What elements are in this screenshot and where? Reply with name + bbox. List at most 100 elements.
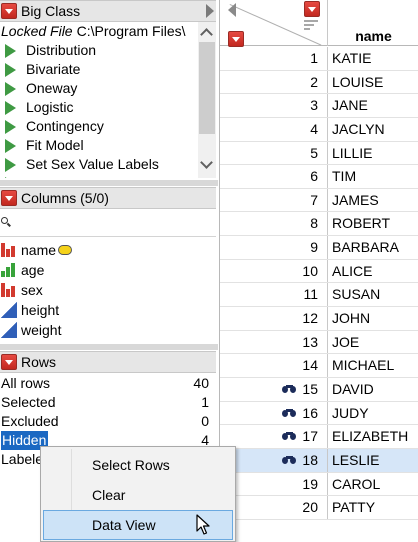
column-selector-icon[interactable] xyxy=(304,20,318,34)
table-row[interactable]: 19 CAROL xyxy=(220,472,418,497)
play-script-icon[interactable] xyxy=(5,157,16,172)
row-number[interactable]: 16 xyxy=(220,402,327,425)
row-number[interactable]: 14 xyxy=(220,354,327,377)
script-item[interactable]: Distribution xyxy=(0,41,216,60)
rows-stat-0[interactable]: All rows 40 xyxy=(0,374,216,393)
column-item-4[interactable]: weight xyxy=(0,320,216,340)
row-number[interactable]: 20 xyxy=(220,496,327,519)
row-number[interactable]: 19 xyxy=(220,473,327,496)
name-cell[interactable]: KATIE xyxy=(327,47,418,70)
table-row[interactable]: 9 BARBARA xyxy=(220,236,418,260)
row-number[interactable]: 8 xyxy=(220,212,327,235)
script-item[interactable]: Logistic xyxy=(0,98,216,117)
table-row[interactable]: 14 MICHAEL xyxy=(220,354,418,378)
menu-item-select-rows[interactable]: Select Rows xyxy=(43,450,233,480)
row-number[interactable]: 4 xyxy=(220,118,327,141)
name-cell[interactable]: LESLIE xyxy=(327,448,418,472)
rows-stat-2[interactable]: Excluded 0 xyxy=(0,412,216,431)
row-number[interactable]: 1 xyxy=(220,47,327,70)
table-row[interactable]: 10 ALICE xyxy=(220,259,418,284)
rows-red-triangle-icon[interactable] xyxy=(228,31,244,47)
name-cell[interactable]: JOE xyxy=(327,330,418,354)
table-row[interactable]: 13 JOE xyxy=(220,330,418,355)
name-cell[interactable]: JACLYN xyxy=(327,117,418,141)
script-item[interactable]: Set Sex Value Labels xyxy=(0,155,216,174)
name-cell[interactable]: DAVID xyxy=(327,377,418,401)
play-script-icon[interactable] xyxy=(5,100,16,115)
row-number[interactable]: 18 xyxy=(220,449,327,472)
table-row[interactable]: 16 JUDY xyxy=(220,401,418,426)
table-row[interactable]: 4 JACLYN xyxy=(220,117,418,142)
name-cell[interactable]: ALICE xyxy=(327,259,418,283)
play-script-icon[interactable] xyxy=(5,138,16,153)
name-cell[interactable]: ELIZABETH xyxy=(327,425,418,448)
columns-header[interactable]: Columns (5/0) xyxy=(0,187,216,209)
play-script-icon[interactable] xyxy=(5,62,16,77)
panel-divider[interactable] xyxy=(0,180,218,186)
play-script-icon[interactable] xyxy=(5,43,16,58)
row-number[interactable]: 11 xyxy=(220,283,327,306)
rows-header[interactable]: Rows xyxy=(0,351,216,373)
rows-stat-1[interactable]: Selected 1 xyxy=(0,393,216,412)
row-number[interactable]: 5 xyxy=(220,142,327,165)
scrollbar-thumb[interactable] xyxy=(199,42,215,134)
column-item-2[interactable]: sex xyxy=(0,280,216,300)
table-row[interactable]: 3 JANE xyxy=(220,94,418,118)
table-row[interactable]: 17 ELIZABETH xyxy=(220,425,418,449)
scroll-up-icon[interactable] xyxy=(200,28,213,41)
table-row[interactable]: 1 KATIE xyxy=(220,47,418,71)
table-row[interactable]: 6 TIM xyxy=(220,165,418,189)
row-number[interactable]: 6 xyxy=(220,165,327,188)
menu-item-clear[interactable]: Clear xyxy=(43,480,233,510)
name-cell[interactable]: BARBARA xyxy=(327,236,418,259)
name-cell[interactable]: LOUISE xyxy=(327,70,418,94)
scripts-scrollbar[interactable] xyxy=(198,22,216,178)
play-script-icon[interactable] xyxy=(5,119,16,134)
script-item[interactable]: Contingency xyxy=(0,117,216,136)
column-item-1[interactable]: age xyxy=(0,260,216,280)
panel-divider[interactable] xyxy=(0,344,218,350)
rows-red-triangle-icon[interactable] xyxy=(1,354,17,370)
script-item[interactable]: Set Age Value Labels xyxy=(0,174,216,178)
row-number[interactable]: 10 xyxy=(220,260,327,283)
scroll-down-icon[interactable] xyxy=(200,156,213,169)
row-number[interactable]: 3 xyxy=(220,94,327,117)
play-script-icon[interactable] xyxy=(5,81,16,96)
row-number[interactable]: 17 xyxy=(220,425,327,448)
table-row[interactable]: 8 ROBERT xyxy=(220,212,418,237)
column-header-name[interactable]: name xyxy=(327,0,418,46)
name-cell[interactable]: CAROL xyxy=(327,472,418,496)
row-number[interactable]: 9 xyxy=(220,236,327,259)
row-number[interactable]: 12 xyxy=(220,307,327,330)
table-row[interactable]: 18 LESLIE xyxy=(220,448,418,473)
table-row[interactable]: 5 LILLIE xyxy=(220,141,418,166)
row-number[interactable]: 13 xyxy=(220,331,327,354)
column-item-3[interactable]: height xyxy=(0,300,216,320)
name-cell[interactable]: JANE xyxy=(327,94,418,117)
script-item[interactable]: Bivariate xyxy=(0,60,216,79)
columns-search-input[interactable] xyxy=(0,211,216,237)
table-row[interactable]: 20 PATTY xyxy=(220,496,418,520)
column-item-0[interactable]: name xyxy=(0,240,216,260)
name-cell[interactable]: PATTY xyxy=(327,496,418,519)
script-item[interactable]: Fit Model xyxy=(0,136,216,155)
name-cell[interactable]: SUSAN xyxy=(327,283,418,307)
scroll-left-icon[interactable] xyxy=(228,3,236,17)
table-row[interactable]: 2 LOUISE xyxy=(220,70,418,95)
table-row[interactable]: 15 DAVID xyxy=(220,377,418,402)
name-cell[interactable]: JUDY xyxy=(327,401,418,425)
name-cell[interactable]: MICHAEL xyxy=(327,354,418,377)
play-script-icon[interactable] xyxy=(5,176,16,178)
table-row[interactable]: 12 JOHN xyxy=(220,307,418,331)
table-row[interactable]: 11 SUSAN xyxy=(220,283,418,308)
row-number[interactable]: 2 xyxy=(220,71,327,94)
row-number[interactable]: 15 xyxy=(220,378,327,401)
collapse-panel-icon[interactable] xyxy=(206,4,214,18)
script-item[interactable]: Oneway xyxy=(0,79,216,98)
name-cell[interactable]: JAMES xyxy=(327,188,418,212)
columns-red-triangle-icon[interactable] xyxy=(1,190,17,206)
name-cell[interactable]: JOHN xyxy=(327,307,418,330)
name-cell[interactable]: ROBERT xyxy=(327,212,418,236)
big-class-header[interactable]: Big Class xyxy=(0,0,216,22)
columns-red-triangle-icon[interactable] xyxy=(304,1,320,17)
